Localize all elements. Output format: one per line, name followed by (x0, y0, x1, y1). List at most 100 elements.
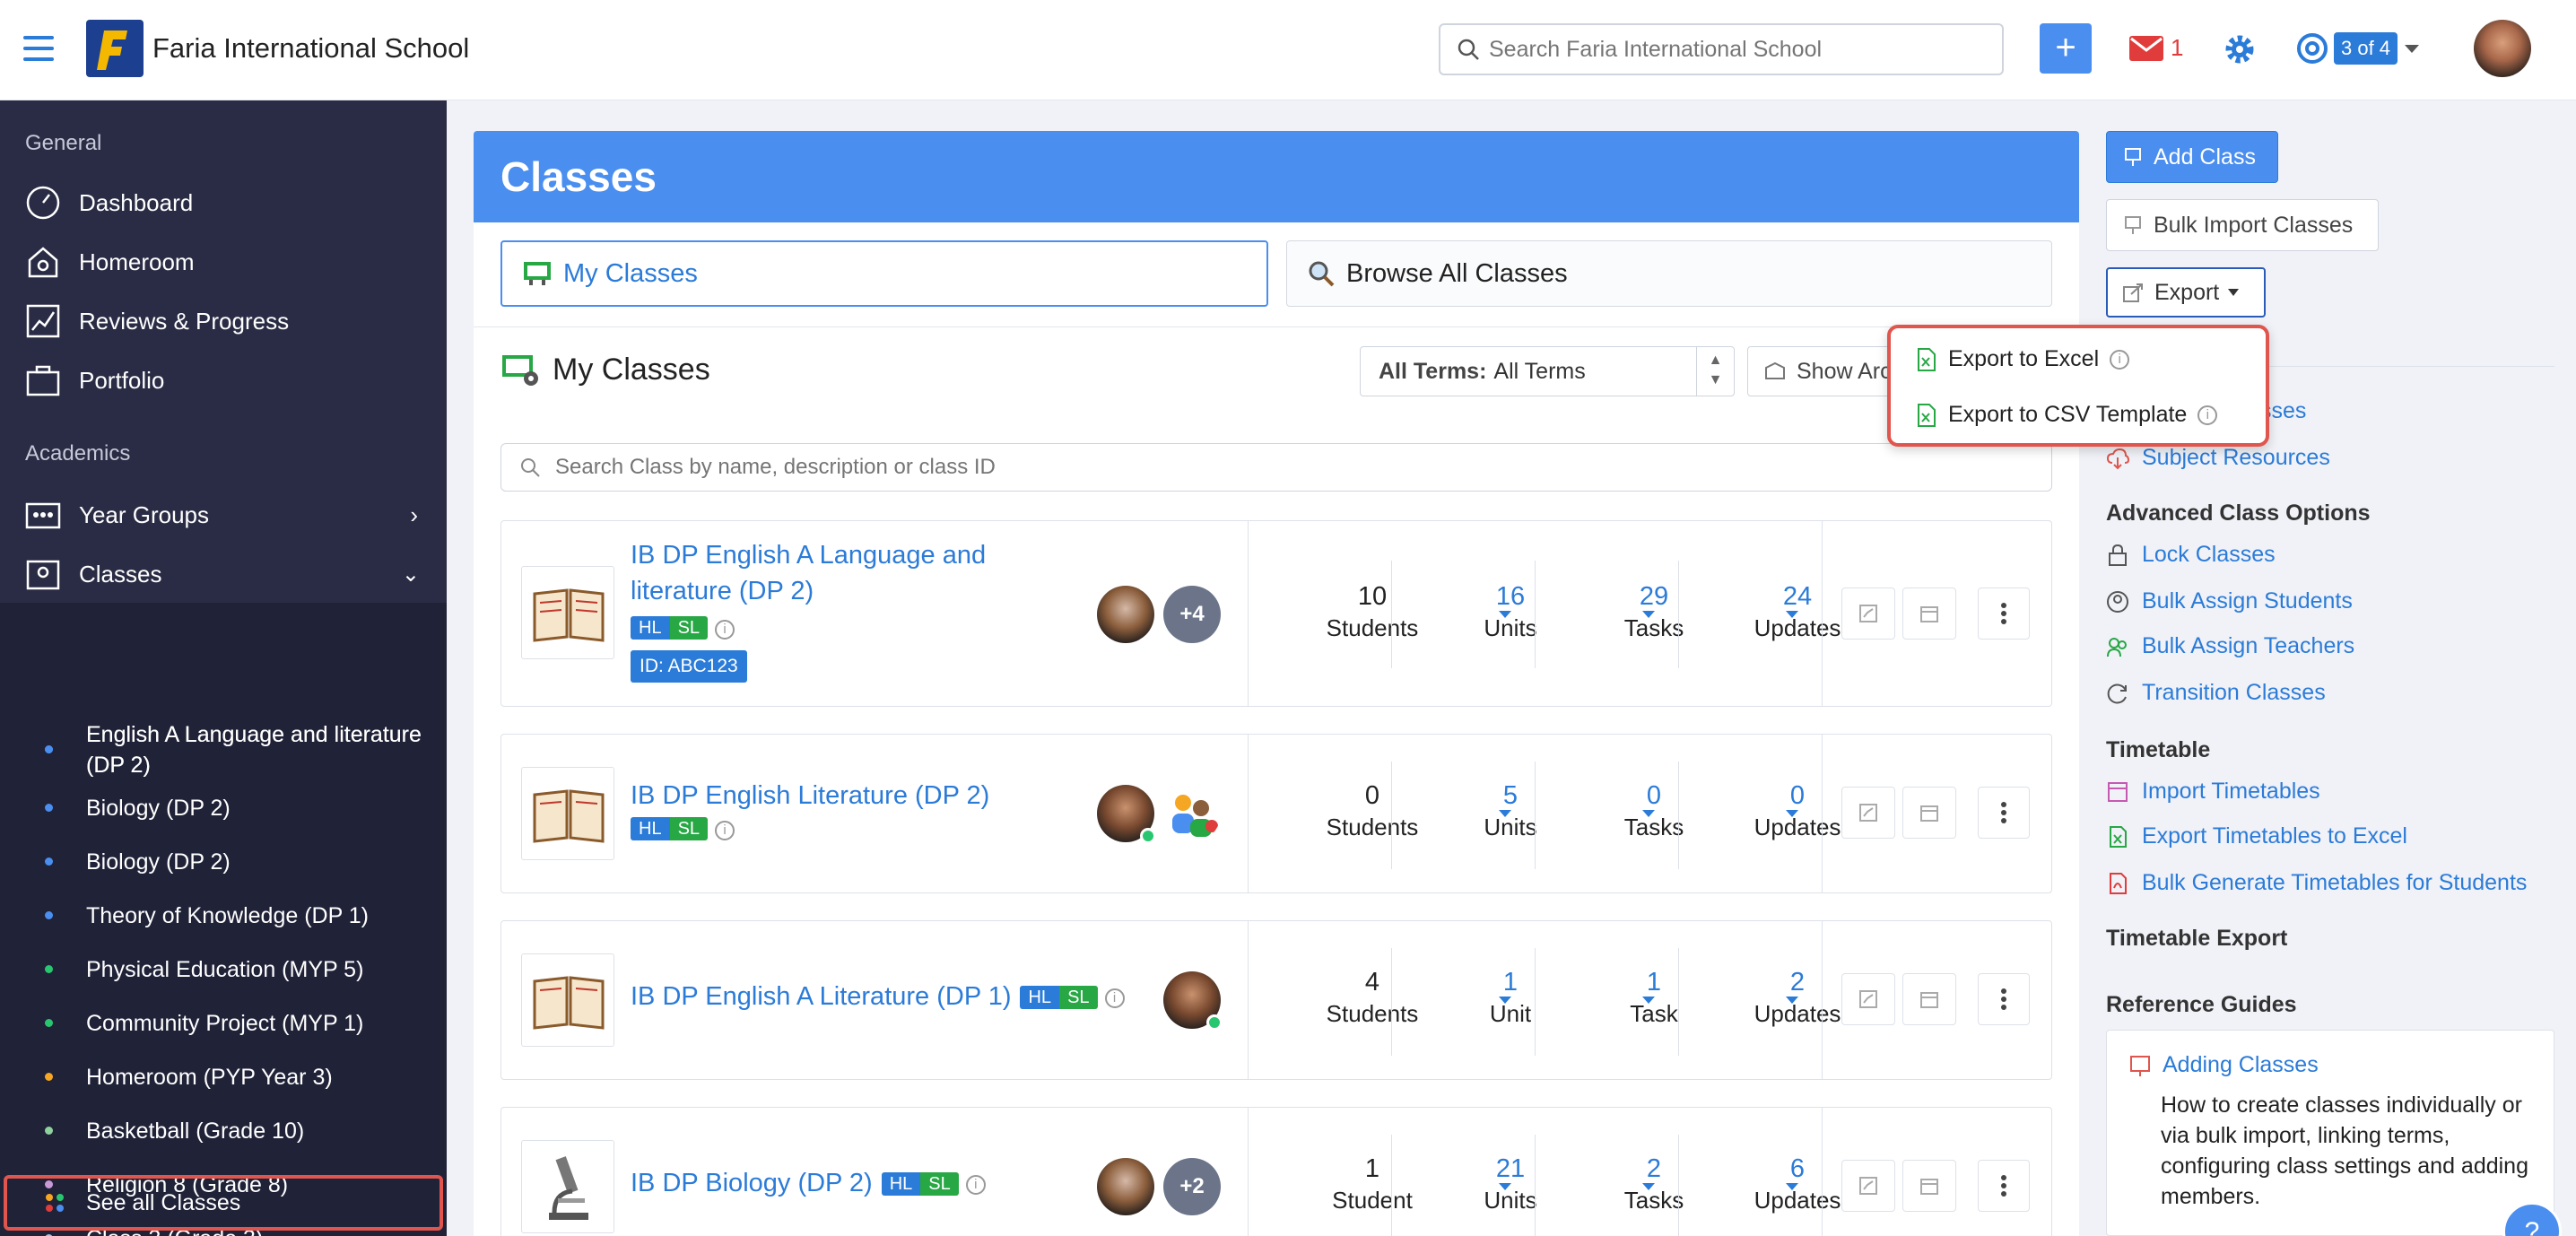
class-card[interactable]: IB DP English A Language and literature … (500, 520, 2052, 707)
more-options-button[interactable] (1978, 1160, 2030, 1212)
terms-select[interactable]: All Terms: All Terms ▲ ▼ (1360, 346, 1735, 396)
add-button[interactable]: + (2040, 23, 2092, 74)
class-title[interactable]: IB DP English A Literature (DP 1) (631, 982, 1011, 1012)
info-icon[interactable]: i (2110, 349, 2130, 370)
caret-down-icon[interactable] (1642, 997, 1655, 1004)
class-card[interactable]: IB DP English Literature (DP 2) HL SL i 0 S… (500, 734, 2052, 893)
caret-down-icon[interactable] (1786, 810, 1798, 817)
bulk-assign-students-link[interactable]: Bulk Assign Students (2106, 588, 2353, 614)
more-options-button[interactable] (1978, 787, 2030, 839)
calendar-button[interactable] (1902, 787, 1956, 839)
my-classes-icon (502, 355, 538, 386)
students-stat[interactable]: 0 Students (1305, 779, 1440, 842)
calendar-button[interactable] (1902, 588, 1956, 640)
sidebar-class-item[interactable]: Biology (DP 2) (0, 847, 447, 877)
school-logo[interactable] (86, 20, 144, 77)
transition-classes-link[interactable]: Transition Classes (2106, 680, 2326, 706)
tab-my-classes[interactable]: My Classes (500, 240, 1268, 307)
class-title[interactable]: IB DP English Literature (DP 2) (631, 778, 1043, 814)
caret-down-icon[interactable] (1786, 1183, 1798, 1190)
export-to-excel-item[interactable]: Export to Excel i (1916, 346, 2130, 372)
reference-guide-card[interactable]: Adding Classes How to create classes ind… (2106, 1030, 2554, 1236)
divider (1535, 1135, 1536, 1236)
export-to-csv-item[interactable]: Export to CSV Template i (1916, 402, 2218, 428)
sidebar-item-portfolio[interactable]: Portfolio (25, 355, 438, 405)
bulk-import-button[interactable]: Bulk Import Classes (2106, 199, 2379, 251)
hamburger-menu-icon[interactable] (23, 36, 54, 61)
import-timetables-link[interactable]: Import Timetables (2106, 779, 2320, 805)
class-search-input[interactable] (555, 455, 1990, 480)
gradebook-button[interactable] (1841, 973, 1895, 1025)
sidebar-item-homeroom[interactable]: Homeroom (25, 237, 438, 287)
sidebar-class-item[interactable]: Homeroom (PYP Year 3) (0, 1062, 447, 1092)
students-stat[interactable]: 4 Students (1305, 966, 1440, 1029)
caret-down-icon[interactable] (1499, 810, 1511, 817)
class-card[interactable]: IB DP Biology (DP 2) HL SL i +2 1 Student 2… (500, 1107, 2052, 1236)
see-all-classes-link[interactable]: See all Classes (4, 1175, 443, 1231)
teacher-avatar[interactable] (1097, 586, 1154, 643)
sidebar-class-item[interactable]: Basketball (Grade 10) (0, 1116, 447, 1146)
caret-down-icon[interactable] (1499, 1183, 1511, 1190)
class-title[interactable]: IB DP English A Language and literature … (631, 537, 1007, 609)
caret-down-icon[interactable] (1642, 810, 1655, 817)
adding-classes-link[interactable]: Adding Classes (2163, 1052, 2319, 1078)
mail-icon[interactable] (2129, 36, 2163, 61)
caret-down-icon[interactable] (1786, 611, 1798, 618)
user-avatar[interactable] (2474, 20, 2531, 77)
more-options-button[interactable] (1978, 588, 2030, 640)
caret-down-icon[interactable] (1642, 1183, 1655, 1190)
group-avatar[interactable] (1163, 785, 1221, 842)
tab-browse-all[interactable]: Browse All Classes (1286, 240, 2052, 307)
more-options-button[interactable] (1978, 973, 2030, 1025)
caret-down-icon[interactable] (1786, 997, 1798, 1004)
gear-icon[interactable] (2223, 32, 2257, 71)
sidebar-class-item[interactable]: English A Language and literature (DP 2) (0, 719, 447, 780)
account-count-badge: 3 of 4 (2334, 32, 2398, 65)
gradebook-button[interactable] (1841, 1160, 1895, 1212)
more-teachers-badge[interactable]: +4 (1163, 586, 1221, 643)
info-icon[interactable]: i (715, 820, 735, 840)
gradebook-button[interactable] (1841, 787, 1895, 839)
export-button[interactable]: Export (2106, 267, 2266, 318)
teacher-avatar[interactable] (1097, 1158, 1154, 1215)
class-title[interactable]: IB DP Biology (DP 2) (631, 1169, 873, 1198)
students-stat[interactable]: 10 Students (1305, 580, 1440, 643)
global-search[interactable] (1439, 23, 2004, 75)
book-icon (521, 566, 614, 659)
sidebar-class-item[interactable]: Community Project (MYP 1) (0, 1008, 447, 1039)
info-icon[interactable]: i (1104, 988, 1125, 1009)
sidebar-class-item[interactable]: Biology (DP 2) (0, 793, 447, 823)
mail-count[interactable]: 1 (2171, 34, 2183, 62)
sidebar-class-item[interactable]: Physical Education (MYP 5) (0, 954, 447, 985)
students-stat[interactable]: 1 Student (1305, 1153, 1440, 1215)
more-teachers-badge[interactable]: +2 (1163, 1158, 1221, 1215)
sidebar-item-dashboard[interactable]: Dashboard (25, 178, 438, 228)
subject-resources-link[interactable]: Subject Resources (2106, 445, 2330, 471)
export-timetables-link[interactable]: Export Timetables to Excel (2106, 823, 2407, 849)
info-icon[interactable]: i (715, 619, 735, 640)
class-search[interactable] (500, 443, 2052, 492)
sidebar-item-reviews[interactable]: Reviews & Progress (25, 296, 438, 346)
stepper-icon[interactable]: ▲ ▼ (1696, 347, 1734, 396)
bulk-generate-link[interactable]: Bulk Generate Timetables for Students (2106, 870, 2527, 896)
global-search-input[interactable] (1489, 36, 1991, 63)
bulk-assign-teachers-link[interactable]: Bulk Assign Teachers (2106, 633, 2354, 659)
sidebar-item-classes[interactable]: Classes ⌄ (25, 549, 438, 599)
account-switcher[interactable]: 3 of 4 (2296, 32, 2420, 65)
info-icon[interactable]: i (2197, 405, 2218, 425)
sidebar-class-item[interactable]: Theory of Knowledge (DP 1) (0, 901, 447, 931)
sidebar-item-year-groups[interactable]: Year Groups › (25, 490, 438, 540)
class-card[interactable]: IB DP English A Literature (DP 1) HL SL i … (500, 920, 2052, 1080)
school-name[interactable]: Faria International School (152, 32, 469, 65)
info-icon[interactable]: i (965, 1175, 986, 1196)
caret-down-icon[interactable] (1642, 611, 1655, 618)
caret-down-icon[interactable] (1499, 997, 1511, 1004)
calendar-button[interactable] (1902, 973, 1956, 1025)
show-archived-button[interactable]: Show Arc (1747, 346, 1909, 396)
calendar-button[interactable] (1902, 1160, 1956, 1212)
lock-classes-link[interactable]: Lock Classes (2106, 542, 2276, 568)
gradebook-button[interactable] (1841, 588, 1895, 640)
add-class-button[interactable]: Add Class (2106, 131, 2278, 183)
caret-down-icon[interactable] (1499, 611, 1511, 618)
show-archived-label: Show Arc (1797, 358, 1892, 384)
